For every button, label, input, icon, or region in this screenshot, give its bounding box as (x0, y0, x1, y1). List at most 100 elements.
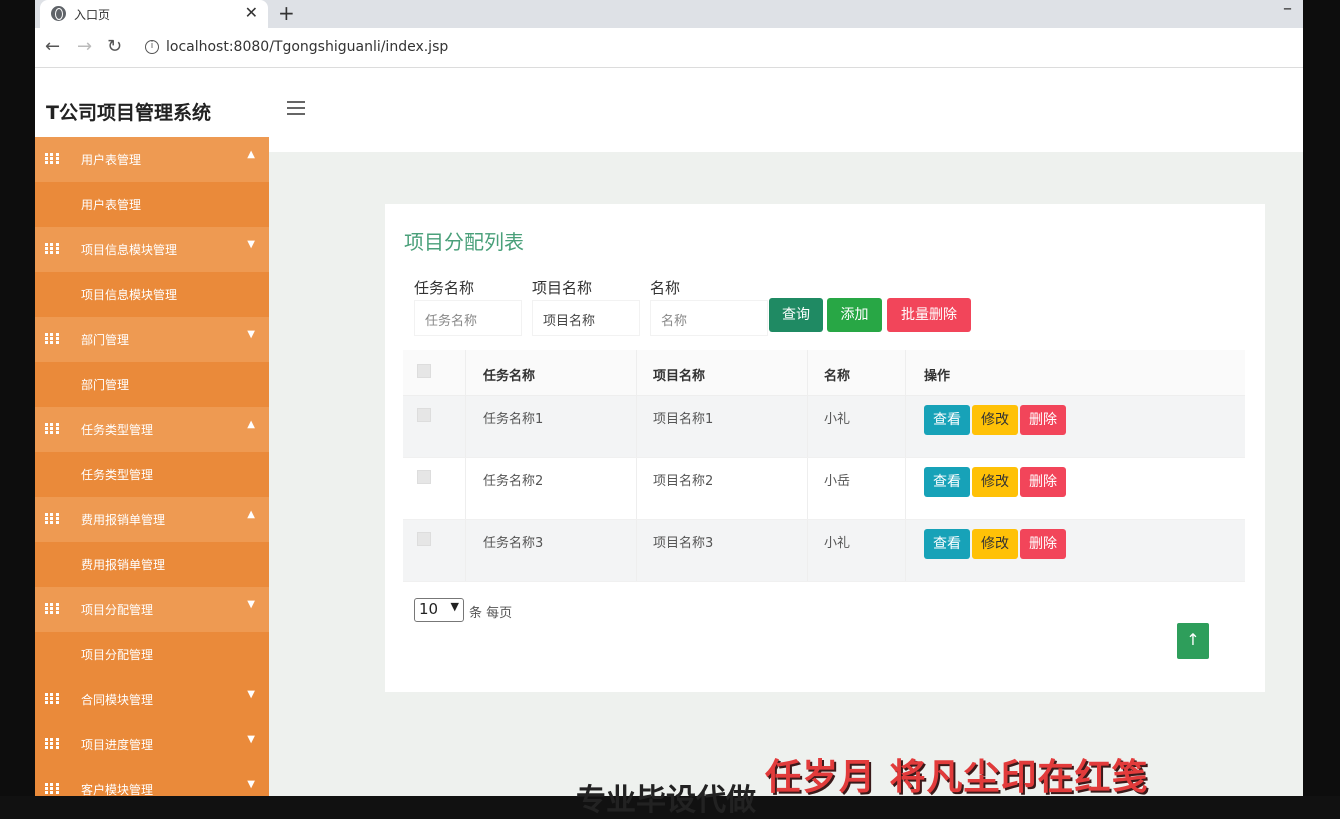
sidebar-group-label: 合同模块管理 (81, 693, 154, 707)
sidebar-item-task-type[interactable]: 任务类型管理 (35, 452, 269, 497)
project-name-cell: 项目名称1 (653, 412, 714, 427)
sidebar: 用户表管理 ▲ 用户表管理 项目信息模块管理 ▼ 项目信息模块管理 部门管理 ▼… (35, 137, 269, 796)
app-title: T公司项目管理系统 (46, 102, 211, 124)
chevron-icon: ▲ (247, 509, 255, 520)
add-button[interactable]: 添加 (827, 298, 882, 332)
row-checkbox[interactable] (417, 532, 431, 546)
sidebar-item-label: 任务类型管理 (81, 468, 154, 482)
chevron-icon: ▲ (247, 149, 255, 160)
select-all-checkbox[interactable] (417, 364, 431, 378)
main-content: 项目分配列表 任务名称 项目名称 名称 任务名称 项目名称 名称 查询 添加 批… (269, 152, 1303, 796)
grid-icon (45, 423, 59, 434)
close-tab-icon[interactable]: ✕ (245, 3, 258, 22)
sidebar-group-department[interactable]: 部门管理 ▼ (35, 317, 269, 362)
list-card: 项目分配列表 任务名称 项目名称 名称 任务名称 项目名称 名称 查询 添加 批… (385, 204, 1265, 692)
info-icon[interactable]: i (145, 40, 159, 54)
sidebar-group-task-type[interactable]: 任务类型管理 ▲ (35, 407, 269, 452)
task-name-cell: 任务名称1 (483, 412, 544, 427)
screen: 入口页 ✕ + – ← → ↻ i localhost:8080/Tgongsh… (0, 0, 1340, 818)
filter-label-name: 名称 (650, 279, 681, 297)
chevron-icon: ▼ (247, 239, 255, 250)
view-button[interactable]: 查看 (924, 529, 970, 559)
sidebar-item-label: 用户表管理 (81, 198, 142, 212)
grid-icon (45, 333, 59, 344)
chevron-icon: ▼ (247, 329, 255, 340)
tab-bar: 入口页 ✕ + – (35, 0, 1303, 28)
sidebar-group-assignment[interactable]: 项目分配管理 ▼ (35, 587, 269, 632)
sidebar-group-project-info[interactable]: 项目信息模块管理 ▼ (35, 227, 269, 272)
sidebar-group-label: 客户模块管理 (81, 783, 154, 796)
sidebar-group-contract[interactable]: 合同模块管理 ▼ (35, 677, 269, 722)
sidebar-group-progress[interactable]: 项目进度管理 ▼ (35, 722, 269, 767)
sidebar-item-project-info[interactable]: 项目信息模块管理 (35, 272, 269, 317)
sidebar-item-expense[interactable]: 费用报销单管理 (35, 542, 269, 587)
page-size-value: 10 (419, 600, 439, 618)
forward-arrow-icon[interactable]: → (77, 36, 92, 57)
browser-window: 入口页 ✕ + – ← → ↻ i localhost:8080/Tgongsh… (35, 0, 1303, 796)
table-row: 任务名称2 项目名称2 小岳 查看 修改 删除 (403, 458, 1245, 520)
column-header: 项目名称 (653, 369, 706, 384)
grid-icon (45, 153, 59, 164)
page-title: 项目分配列表 (404, 230, 524, 254)
sidebar-group-label: 项目进度管理 (81, 738, 154, 752)
filter-label-task: 任务名称 (414, 279, 475, 297)
sidebar-item-users[interactable]: 用户表管理 (35, 182, 269, 227)
sidebar-group-expense[interactable]: 费用报销单管理 ▲ (35, 497, 269, 542)
sidebar-group-label: 项目信息模块管理 (81, 243, 178, 257)
table-row: 任务名称3 项目名称3 小礼 查看 修改 删除 (403, 520, 1245, 582)
grid-icon (45, 603, 59, 614)
chevron-icon: ▼ (247, 779, 255, 790)
minimize-button[interactable]: – (1283, 0, 1292, 19)
table-header-row: 任务名称 项目名称 名称 操作 (403, 350, 1245, 396)
back-arrow-icon[interactable]: ← (45, 36, 60, 57)
reload-icon[interactable]: ↻ (107, 36, 122, 57)
row-checkbox[interactable] (417, 470, 431, 484)
project-name-cell: 项目名称2 (653, 474, 714, 489)
row-checkbox[interactable] (417, 408, 431, 422)
view-button[interactable]: 查看 (924, 405, 970, 435)
sidebar-group-label: 部门管理 (81, 333, 130, 347)
sidebar-group-users[interactable]: 用户表管理 ▲ (35, 137, 269, 182)
back-to-top-button[interactable]: ↑ (1177, 623, 1209, 659)
chevron-icon: ▼ (247, 689, 255, 700)
edit-button[interactable]: 修改 (972, 529, 1018, 559)
browser-tab[interactable]: 入口页 ✕ (40, 0, 268, 28)
delete-button[interactable]: 删除 (1020, 529, 1066, 559)
name-input[interactable]: 名称 (650, 300, 768, 336)
project-name-input[interactable]: 项目名称 (532, 300, 640, 336)
task-name-cell: 任务名称3 (483, 536, 544, 551)
url-field[interactable]: localhost:8080/Tgongshiguanli/index.jsp (166, 39, 448, 55)
chevron-icon: ▲ (247, 419, 255, 430)
sidebar-item-label: 费用报销单管理 (81, 558, 166, 572)
view-button[interactable]: 查看 (924, 467, 970, 497)
edit-button[interactable]: 修改 (972, 405, 1018, 435)
sidebar-group-label: 任务类型管理 (81, 423, 154, 437)
page-size-select[interactable]: 10 ▼ (414, 598, 464, 622)
delete-button[interactable]: 删除 (1020, 405, 1066, 435)
sidebar-item-assignment[interactable]: 项目分配管理 (35, 632, 269, 677)
tab-title: 入口页 (74, 8, 111, 22)
grid-icon (45, 243, 59, 254)
edit-button[interactable]: 修改 (972, 467, 1018, 497)
globe-icon (51, 6, 66, 21)
grid-icon (45, 513, 59, 524)
video-caption-dark: 专业毕设代做 (576, 783, 756, 818)
project-name-cell: 项目名称3 (653, 536, 714, 551)
filter-label-project: 项目名称 (532, 279, 593, 297)
menu-toggle-icon[interactable] (287, 101, 305, 119)
new-tab-button[interactable]: + (278, 1, 295, 25)
sidebar-group-customer[interactable]: 客户模块管理 ▼ (35, 767, 269, 796)
search-button[interactable]: 查询 (769, 298, 823, 332)
column-header: 名称 (824, 369, 851, 384)
table-row: 任务名称1 项目名称1 小礼 查看 修改 删除 (403, 396, 1245, 458)
sidebar-item-label: 部门管理 (81, 378, 130, 392)
batch-delete-button[interactable]: 批量删除 (887, 298, 971, 332)
sidebar-item-department[interactable]: 部门管理 (35, 362, 269, 407)
sidebar-item-label: 项目分配管理 (81, 648, 154, 662)
column-header: 操作 (924, 369, 951, 384)
sidebar-group-label: 费用报销单管理 (81, 513, 166, 527)
task-name-input[interactable]: 任务名称 (414, 300, 522, 336)
sidebar-group-label: 用户表管理 (81, 153, 142, 167)
task-name-cell: 任务名称2 (483, 474, 544, 489)
delete-button[interactable]: 删除 (1020, 467, 1066, 497)
